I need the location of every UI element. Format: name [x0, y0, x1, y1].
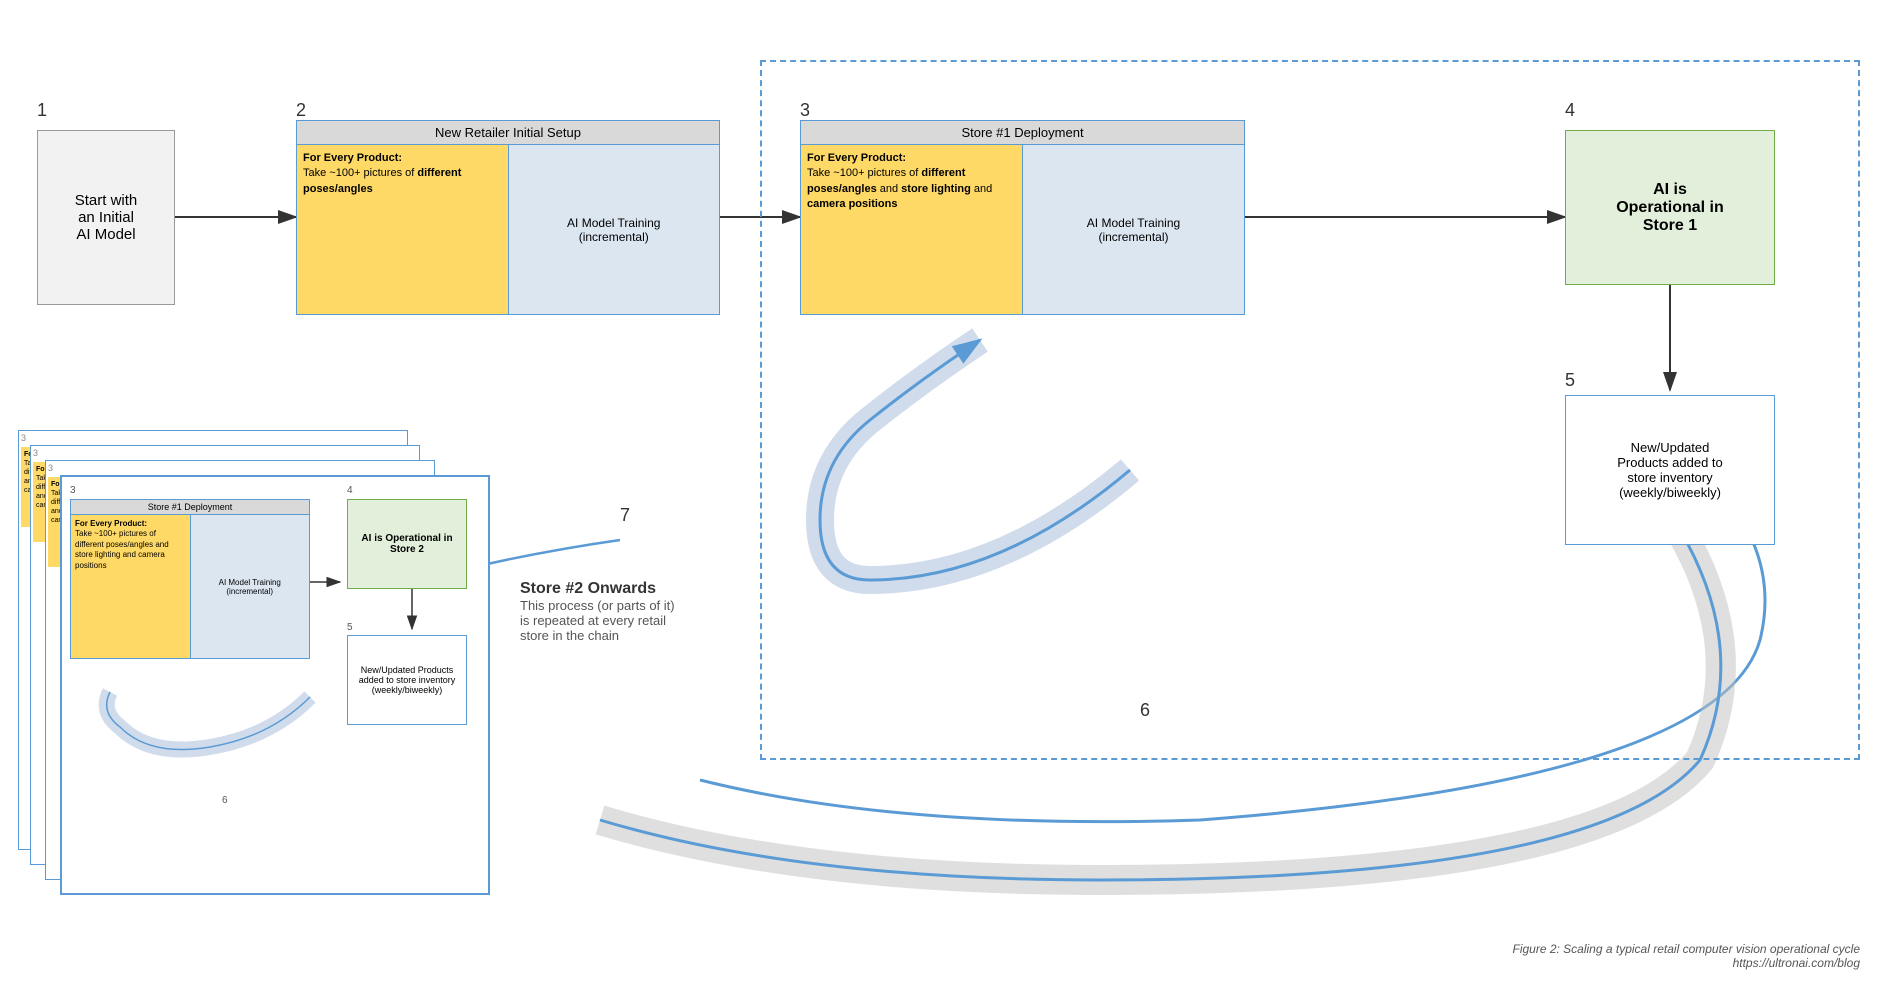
mini-arrow-3-4 — [310, 572, 350, 592]
mini-step4-box: AI is Operational in Store 2 — [347, 499, 467, 589]
mini-curved-arrow — [70, 657, 350, 777]
step7-number: 7 — [620, 505, 630, 526]
step1-number: 1 — [37, 100, 47, 121]
diagram: 1 Start with an Initial AI Model 2 New R… — [0, 0, 1900, 1000]
step2-number: 2 — [296, 100, 306, 121]
step2-yellow: For Every Product: Take ~100+ pictures o… — [297, 145, 509, 314]
mini-step3-box: Store #1 Deployment For Every Product: T… — [70, 499, 310, 659]
step1-label: Start with an Initial AI Model — [75, 192, 138, 243]
step2-blue: AI Model Training (incremental) — [509, 145, 720, 314]
mini-card-front: 3 Store #1 Deployment For Every Product:… — [60, 475, 490, 895]
step1-box: Start with an Initial AI Model — [37, 130, 175, 305]
step2-box: New Retailer Initial Setup For Every Pro… — [296, 120, 720, 315]
step2-header: New Retailer Initial Setup — [297, 121, 719, 145]
dashed-region — [760, 60, 1860, 760]
mini-step3-header: Store #1 Deployment — [71, 500, 309, 515]
figure-caption: Figure 2: Scaling a typical retail compu… — [1460, 942, 1860, 970]
mini-step5-box: New/Updated Products added to store inve… — [347, 635, 467, 725]
store2-title: Store #2 Onwards This process (or parts … — [520, 580, 675, 643]
mini-arrow-4-5 — [402, 589, 422, 639]
